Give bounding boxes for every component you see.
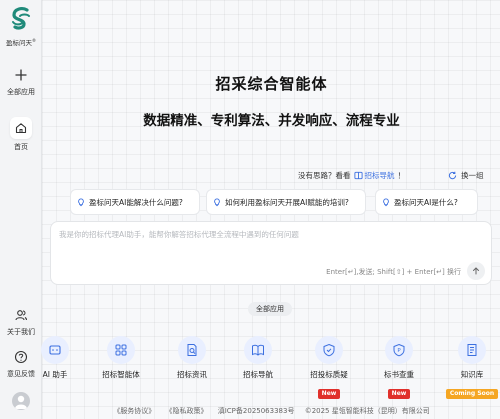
page-title: 招采综合智能体 — [215, 75, 328, 93]
book-icon — [353, 171, 363, 180]
hint-suffix: ！ — [397, 171, 406, 180]
app-icon-circle — [41, 336, 69, 364]
coming-soon-badge: Coming Soon — [445, 389, 499, 399]
chat-input-box: Enter[↵],发送; Shift[⇧] + Enter[↵] 换行 — [50, 221, 492, 285]
app-icon-circle: P — [385, 336, 413, 364]
suggestion-chip[interactable]: 盈标问天AI能解决什么问题? — [70, 189, 200, 215]
app-bidding-navigation[interactable]: 招标导航 — [228, 336, 288, 380]
app-label: AI 助手 — [42, 370, 68, 379]
sidebar-item-label: 全部应用 — [7, 88, 35, 96]
app-icon-circle — [178, 336, 206, 364]
check-doc-icon: P — [393, 343, 405, 357]
svg-text:P: P — [397, 348, 401, 354]
icp-number[interactable]: 滇ICP备2025063383号 — [218, 407, 295, 415]
privacy-policy-link[interactable]: 《隐私政策》 — [166, 407, 208, 415]
app-icon-circle — [458, 336, 486, 364]
home-icon — [15, 123, 27, 134]
sidebar-item-all-apps[interactable]: 全部应用 — [0, 68, 42, 97]
footer: 《服务协议》 《隐私政策》 滇ICP备2025063383号 ©2025 星瓴智… — [43, 406, 500, 416]
knowledge-icon — [467, 344, 477, 356]
navigation-hint: 没有思路？看看 招标导航 ！ — [298, 170, 405, 181]
lightbulb-icon — [383, 197, 389, 206]
book-icon — [252, 344, 264, 356]
app-label: 标书查重 — [384, 370, 414, 379]
app-label: 招标智能体 — [102, 370, 140, 379]
new-badge: New — [317, 389, 341, 399]
suggestion-text: 如何利用盈标问天开展AI赋能的培训? — [225, 197, 349, 207]
app-bidding-agent[interactable]: 招标智能体 — [91, 336, 151, 380]
app-icon-circle — [315, 336, 343, 364]
avatar[interactable] — [12, 392, 30, 410]
app-bid-challenge[interactable]: 招投标质疑 New — [299, 336, 359, 399]
app-ai-assistant[interactable]: AI 助手 — [25, 336, 85, 380]
refresh-icon — [448, 171, 457, 180]
main-content: 招采综合智能体 数据精准、专利算法、并发响应、流程专业 没有思路？看看 招标导航… — [41, 0, 500, 419]
app-bidding-news[interactable]: 招标资讯 — [162, 336, 222, 380]
arrow-up-icon — [473, 267, 479, 275]
news-icon — [187, 344, 197, 356]
copyright: ©2025 星瓴智能科技（昆明）有限公司 — [304, 407, 430, 415]
app-label: 知识库 — [460, 370, 484, 379]
shield-icon — [323, 343, 335, 357]
send-hint: Enter[↵],发送; Shift[⇧] + Enter[↵] 换行 — [326, 268, 461, 276]
service-agreement-link[interactable]: 《服务协议》 — [113, 407, 155, 415]
app-knowledge-base[interactable]: 知识库 Coming Soon — [442, 336, 500, 399]
plus-icon — [15, 69, 27, 81]
user-icon — [15, 395, 27, 409]
suggestion-chip[interactable]: 如何利用盈标问天开展AI赋能的培训? — [206, 189, 366, 215]
page-subtitle: 数据精准、专利算法、并发响应、流程专业 — [143, 113, 400, 129]
suggestion-chip[interactable]: 盈标问天AI是什么? — [375, 189, 478, 215]
chat-input[interactable] — [59, 229, 479, 249]
refresh-suggestions-button[interactable]: 换一组 — [448, 170, 484, 181]
logo-text: 盈标问天® — [6, 37, 36, 47]
grid-icon — [115, 344, 127, 356]
app-label: 招投标质疑 — [310, 370, 348, 379]
assistant-icon — [49, 345, 61, 355]
hint-prefix: 没有思路？看看 — [298, 171, 351, 180]
suggestion-text: 盈标问天AI能解决什么问题? — [89, 197, 183, 207]
suggestion-text: 盈标问天AI是什么? — [394, 197, 458, 207]
refresh-label: 换一组 — [461, 171, 484, 180]
new-badge: New — [387, 389, 411, 399]
app-label: 招标资讯 — [177, 370, 207, 379]
logo-icon[interactable] — [8, 6, 34, 34]
bidding-navigation-link[interactable]: 招标导航 — [353, 170, 395, 181]
lightbulb-icon — [214, 197, 220, 206]
sidebar-item-home[interactable]: 首页 — [0, 117, 42, 152]
app-duplicate-check[interactable]: P 标书查重 New — [369, 336, 429, 399]
users-icon — [15, 310, 27, 321]
app-icon-circle — [107, 336, 135, 364]
app-label: 招标导航 — [243, 370, 273, 379]
app-icon-circle — [244, 336, 272, 364]
lightbulb-icon — [78, 197, 84, 206]
home-button[interactable] — [10, 117, 32, 139]
all-apps-button[interactable]: 全部应用 — [248, 302, 292, 316]
sidebar-item-label: 首页 — [14, 143, 28, 151]
sidebar-item-about[interactable]: 关于我们 — [0, 308, 42, 337]
hint-link-label: 招标导航 — [364, 171, 395, 180]
send-button[interactable] — [467, 262, 485, 280]
